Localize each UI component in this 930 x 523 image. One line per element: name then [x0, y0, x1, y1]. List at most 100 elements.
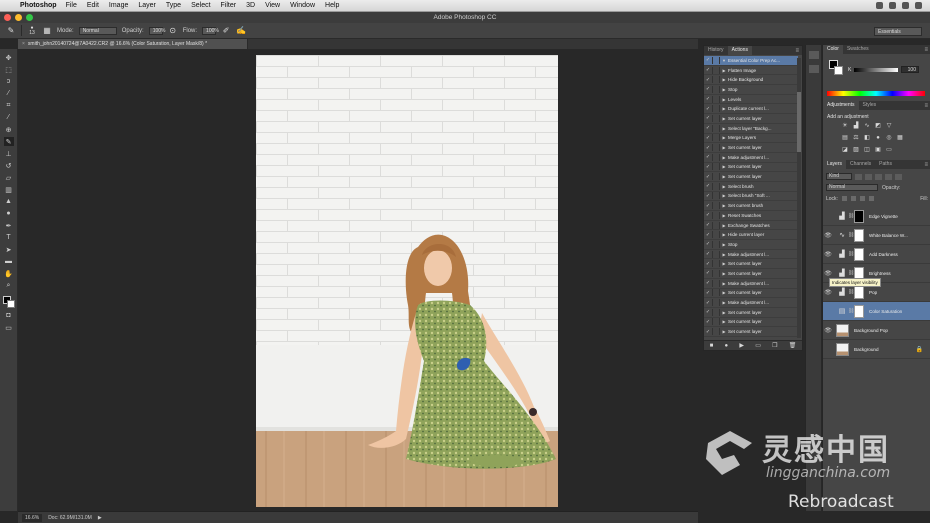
action-toggle-check-icon[interactable]: ✓ — [704, 96, 712, 102]
action-toggle-check-icon[interactable]: ✓ — [704, 203, 712, 209]
actions-panel-icon[interactable] — [808, 65, 819, 73]
action-row[interactable]: ✓ ▶ Make adjustment l... — [704, 298, 798, 308]
menu-filter[interactable]: Filter — [221, 2, 237, 9]
action-row[interactable]: ✓ ▶ Set current brush — [704, 201, 798, 211]
action-row[interactable]: ✓ ▶ Select brush — [704, 182, 798, 192]
flow-field[interactable]: 100% — [202, 26, 219, 35]
filter-pixel-icon[interactable] — [855, 173, 862, 180]
crop-tool-icon[interactable]: ⌗ — [4, 101, 14, 110]
brush-tool-icon[interactable]: ✎ — [3, 137, 14, 146]
layer-mask-thumbnail[interactable] — [854, 285, 864, 299]
gradient-tool-icon[interactable]: ▥ — [4, 185, 14, 194]
brush-preset-picker[interactable]: ● 13 — [27, 25, 37, 36]
menu-3d[interactable]: 3D — [246, 2, 255, 9]
panel-menu-icon[interactable]: ≡ — [924, 103, 930, 109]
action-toggle-check-icon[interactable]: ✓ — [704, 145, 712, 151]
disclosure-triangle-icon[interactable]: ▶ — [720, 184, 728, 189]
posterize-icon[interactable]: ▨ — [852, 147, 860, 154]
zoom-level[interactable]: 16.6% — [22, 513, 43, 522]
disclosure-triangle-icon[interactable]: ▶ — [720, 116, 728, 121]
dialog-toggle-icon[interactable] — [712, 269, 720, 277]
scrollbar-thumb[interactable] — [797, 92, 801, 152]
levels-icon[interactable]: ▟ — [836, 249, 848, 259]
layer-row[interactable]: 👁 Background Pop — [823, 321, 930, 340]
visibility-eye-icon[interactable]: 👁 — [823, 289, 833, 296]
action-row[interactable]: ✓ ▶ Select brush "Soft ... — [704, 192, 798, 202]
disclosure-triangle-icon[interactable]: ▶ — [720, 97, 728, 102]
lock-image-icon[interactable] — [850, 196, 856, 201]
dialog-toggle-icon[interactable] — [712, 250, 720, 258]
color-lookup-icon[interactable]: ▦ — [896, 135, 904, 142]
shape-tool-icon[interactable]: ▬ — [4, 257, 14, 266]
layer-name[interactable]: Background — [854, 347, 879, 352]
layer-name[interactable]: Add Darkness — [869, 252, 898, 257]
action-toggle-check-icon[interactable]: ✓ — [704, 329, 712, 335]
action-toggle-check-icon[interactable]: ✓ — [704, 222, 712, 228]
layer-name[interactable]: Background Pop — [854, 328, 888, 333]
action-row[interactable]: ✓ ▶ Set current layer — [704, 327, 798, 337]
gradient-map-icon[interactable]: ▭ — [885, 147, 893, 154]
action-row[interactable]: ✓ ▶ Stop — [704, 240, 798, 250]
blur-tool-icon[interactable]: ▲ — [4, 197, 14, 206]
menu-help[interactable]: Help — [325, 2, 339, 9]
disclosure-triangle-icon[interactable]: ▶ — [720, 106, 728, 111]
type-tool-icon[interactable]: T — [4, 233, 14, 242]
filter-shape-icon[interactable] — [885, 173, 892, 180]
action-toggle-check-icon[interactable]: ✓ — [704, 174, 712, 180]
dialog-toggle-icon[interactable] — [712, 173, 720, 181]
panel-menu-icon[interactable]: ≡ — [924, 162, 930, 168]
color-swatches[interactable] — [2, 296, 15, 308]
visibility-eye-icon[interactable]: 👁 — [823, 270, 833, 277]
levels-icon[interactable]: ▟ — [836, 287, 848, 297]
menu-window[interactable]: Window — [290, 2, 315, 9]
dialog-toggle-icon[interactable] — [712, 318, 720, 326]
dialog-toggle-icon[interactable] — [712, 114, 720, 122]
dialog-toggle-icon[interactable] — [712, 134, 720, 142]
dialog-toggle-icon[interactable] — [712, 211, 720, 219]
dialog-toggle-icon[interactable] — [712, 144, 720, 152]
action-toggle-check-icon[interactable]: ✓ — [704, 57, 712, 63]
actions-scrollbar[interactable] — [797, 58, 801, 338]
dialog-toggle-icon[interactable] — [712, 279, 720, 287]
action-toggle-check-icon[interactable]: ✓ — [704, 319, 712, 325]
channel-mixer-icon[interactable]: ◎ — [885, 135, 893, 142]
record-icon[interactable]: ● — [724, 343, 728, 349]
action-toggle-check-icon[interactable]: ✓ — [704, 212, 712, 218]
dialog-toggle-icon[interactable] — [712, 163, 720, 171]
action-row[interactable]: ✓ ▶ Set current layer — [704, 269, 798, 279]
disclosure-triangle-icon[interactable]: ▶ — [720, 252, 728, 257]
filter-type-icon[interactable] — [875, 173, 882, 180]
disclosure-triangle-icon[interactable]: ▶ — [720, 261, 728, 266]
status-menu-arrow-icon[interactable]: ▶ — [98, 515, 102, 521]
menu-view[interactable]: View — [265, 2, 280, 9]
tab-swatches[interactable]: Swatches — [843, 45, 873, 54]
quick-selection-tool-icon[interactable]: ⁄ — [4, 89, 14, 98]
action-toggle-check-icon[interactable]: ✓ — [704, 106, 712, 112]
disclosure-triangle-icon[interactable]: ▶ — [720, 290, 728, 295]
disclosure-triangle-icon[interactable]: ▶ — [720, 135, 728, 140]
lasso-tool-icon[interactable]: ↄ — [4, 77, 14, 86]
action-toggle-check-icon[interactable]: ✓ — [704, 290, 712, 296]
black-white-icon[interactable]: ◧ — [863, 135, 871, 142]
layer-row[interactable]: ▟ ⛓ Edge Vignette — [823, 207, 930, 226]
layer-name[interactable]: White Balance W... — [869, 233, 908, 238]
dialog-toggle-icon[interactable] — [712, 328, 720, 336]
color-spectrum-bar[interactable] — [827, 91, 925, 96]
action-toggle-check-icon[interactable]: ✓ — [704, 300, 712, 306]
blend-mode-select[interactable]: Normal — [826, 184, 878, 191]
status-icon[interactable] — [915, 2, 922, 9]
delete-icon[interactable]: 🗑 — [789, 342, 797, 349]
pen-tool-icon[interactable]: ✒ — [4, 221, 14, 230]
pressure-opacity-icon[interactable]: ⊙ — [168, 26, 178, 36]
play-icon[interactable]: ▶ — [739, 342, 744, 349]
layer-row[interactable]: ▤ ⛓ Color Saturation — [823, 302, 930, 321]
dialog-toggle-icon[interactable] — [712, 124, 720, 132]
action-row[interactable]: ✓ ▶ Merge Layers — [704, 134, 798, 144]
quick-mask-icon[interactable]: ◘ — [4, 311, 14, 320]
tab-adjustments[interactable]: Adjustments — [823, 101, 859, 110]
layer-row[interactable]: 👁 ∿ ⛓ White Balance W... — [823, 226, 930, 245]
tab-paths[interactable]: Paths — [875, 160, 896, 169]
document-tab[interactable]: × smith_john20140724@7A0422.CR2 @ 16.6% (… — [18, 39, 248, 49]
layer-thumbnail[interactable] — [836, 323, 849, 337]
healing-brush-tool-icon[interactable]: ⊕ — [4, 125, 14, 134]
